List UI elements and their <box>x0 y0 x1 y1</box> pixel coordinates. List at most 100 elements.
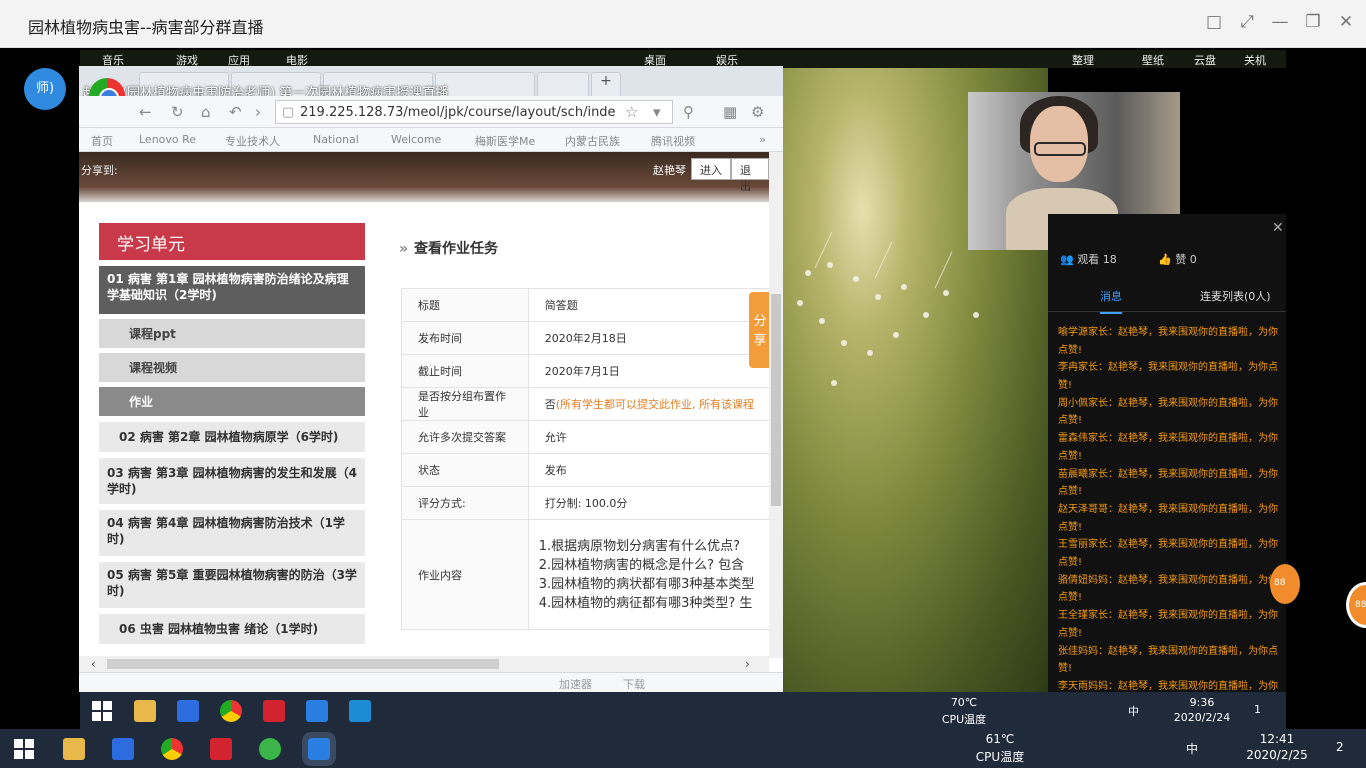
wps-icon[interactable] <box>112 738 134 760</box>
file-explorer-icon[interactable] <box>134 700 156 722</box>
close-icon[interactable]: ✕ <box>1272 220 1284 236</box>
window-title: 园林植物病虫害--病害部分群直播 <box>28 18 264 37</box>
likes-text: 赞 0 <box>1175 253 1197 266</box>
sidebar-item-homework[interactable]: 作业 <box>99 387 365 416</box>
sidebar-chapter-6[interactable]: 06 虫害 园林植物虫害 绪论（1学时) <box>99 614 365 644</box>
bookmark-home[interactable]: 首页 <box>91 133 113 149</box>
refresh-icon[interactable]: ↻ <box>171 103 184 121</box>
clock-time[interactable]: 12:41 <box>1242 732 1312 746</box>
bookmark-imun[interactable]: 内蒙古民族 <box>565 133 620 149</box>
host-avatar[interactable]: 师) <box>24 68 66 110</box>
bookmark-welcome[interactable]: Welcome <box>391 133 441 146</box>
back-icon[interactable]: ← <box>139 103 152 121</box>
search-icon[interactable]: ⚲ <box>683 103 694 121</box>
viewer-count: 👥 观看 18 <box>1060 251 1117 267</box>
scroll-thumb[interactable] <box>771 294 781 506</box>
row-label: 是否按分组布置作业 <box>401 387 529 421</box>
question-1: 1.根据病原物划分病害有什么优点? <box>538 538 741 554</box>
windows-start-icon[interactable] <box>92 701 112 721</box>
accelerator-button[interactable]: 加速器 <box>559 676 592 692</box>
horizontal-scrollbar[interactable]: ‹ › <box>79 656 769 672</box>
file-explorer-icon[interactable] <box>63 738 85 760</box>
chrome-icon[interactable] <box>220 700 242 722</box>
scroll-right-icon[interactable]: › <box>745 657 750 671</box>
feishu-icon[interactable] <box>306 700 328 722</box>
notification-count[interactable]: 1 <box>1254 703 1261 716</box>
clock-date[interactable]: 2020/2/25 <box>1242 748 1312 762</box>
sidebar-item-video[interactable]: 课程视频 <box>99 353 365 382</box>
notification-count[interactable]: 2 <box>1336 740 1344 754</box>
windows-start-icon[interactable] <box>14 739 34 759</box>
browser-tab[interactable] <box>537 72 589 96</box>
download-button[interactable]: 下载 <box>623 676 645 692</box>
chat-message: 王全瑾家长：赵艳琴，我来围观你的直播啦，为你点赞! <box>1058 610 1278 639</box>
address-text: 219.225.128.73/meol/jpk/course/layout/sc… <box>300 105 616 120</box>
cloud-menu[interactable]: 云盘 <box>1194 52 1216 68</box>
ime-indicator[interactable]: 中 <box>1186 740 1198 757</box>
row-label: 发布时间 <box>401 321 529 355</box>
tab-mic-list[interactable]: 连麦列表(0人) <box>1200 288 1271 304</box>
bookmarks-more-icon[interactable]: » <box>759 133 766 146</box>
apps-icon[interactable]: ▦ <box>723 103 737 121</box>
chrome-icon[interactable] <box>161 738 183 760</box>
tab-messages[interactable]: 消息 <box>1100 288 1122 314</box>
bookmark-lenovo[interactable]: Lenovo Re <box>139 133 196 146</box>
bookmark-professional[interactable]: 专业技术人 <box>225 133 280 149</box>
share-button[interactable]: 分享 <box>749 292 771 368</box>
scroll-thumb[interactable] <box>107 659 499 669</box>
tools-icon[interactable]: ⚙ <box>751 103 764 121</box>
speed-badge[interactable]: 88 <box>1270 564 1300 604</box>
clock-date[interactable]: 2020/2/24 <box>1172 711 1232 724</box>
site-header: 分享到: 赵艳琴 进入 退出 <box>79 152 769 202</box>
wps-icon[interactable] <box>177 700 199 722</box>
ime-indicator[interactable]: 中 <box>1128 703 1139 719</box>
browser-tabbar: + 赵艳琴(园林植物病虫害防治老师) 第一次园林植物病害授课直播 <box>79 66 783 101</box>
video-icon[interactable] <box>349 700 371 722</box>
exit-button[interactable]: 退出 <box>731 158 769 193</box>
question-3: 3.园林植物的病状都有哪3种基本类型 <box>538 576 755 592</box>
chat-message: 王雪丽家长：赵艳琴，我来围观你的直播啦，为你点赞! <box>1058 539 1278 569</box>
home-icon[interactable]: ⌂ <box>201 103 211 121</box>
minimize-button[interactable]: — <box>1268 12 1292 32</box>
dropdown-icon[interactable]: ▾ <box>653 103 661 121</box>
scroll-left-icon[interactable]: ‹ <box>91 657 96 671</box>
sidebar-chapter-2[interactable]: 02 病害 第2章 园林植物病原学（6学时) <box>99 422 365 452</box>
feishu-icon[interactable] <box>302 732 336 766</box>
wallpaper-menu[interactable]: 壁纸 <box>1142 52 1164 68</box>
sidebar-chapter-1[interactable]: 01 病害 第1章 园林植物病害防治绪论及病理学基础知识（2学时) <box>99 266 365 314</box>
chat-message: 骆倩妞妈妈：赵艳琴，我来围观你的直播啦，为你点赞! <box>1058 574 1278 604</box>
youdao-icon[interactable] <box>210 738 232 760</box>
enter-button[interactable]: 进入 <box>691 158 731 180</box>
fullscreen-icon[interactable]: ⤢ <box>1235 12 1259 32</box>
new-tab-button[interactable]: + <box>591 72 621 96</box>
user-name: 赵艳琴 <box>653 164 686 177</box>
sidebar-chapter-3[interactable]: 03 病害 第3章 园林植物病害的发生和发展（4学时) <box>99 458 365 504</box>
bookmark-tencent-video[interactable]: 腾讯视频 <box>651 133 695 149</box>
sidebar-title: 学习单元 <box>99 223 365 260</box>
inner-taskbar: 70℃ CPU温度 中 9:36 2020/2/24 1 <box>80 692 1286 729</box>
forward-icon[interactable]: › <box>255 103 261 121</box>
row-value: 否(所有学生都可以提交此作业, 所有该课程 <box>527 387 772 421</box>
pip-icon[interactable]: □ <box>1202 12 1226 32</box>
sidebar-chapter-4[interactable]: 04 病害 第4章 园林植物病害防治技术（1学时) <box>99 510 365 556</box>
undo-icon[interactable]: ↶ <box>229 103 242 121</box>
bookmark-national[interactable]: National <box>313 133 359 146</box>
clock-time[interactable]: 9:36 <box>1172 696 1232 709</box>
browser-window: + 赵艳琴(园林植物病虫害防治老师) 第一次园林植物病害授课直播 ← ↻ ⌂ ↶… <box>79 66 783 692</box>
close-button[interactable]: ✕ <box>1334 12 1358 32</box>
restore-button[interactable]: ❐ <box>1301 12 1325 32</box>
bookmark-star-icon[interactable]: ☆ <box>625 103 638 121</box>
taskbar: 61℃ CPU温度 中 12:41 2020/2/25 2 <box>0 729 1366 768</box>
youdao-icon[interactable] <box>263 700 285 722</box>
sidebar-chapter-5[interactable]: 05 病害 第5章 重要园林植物病害的防治（3学时) <box>99 562 365 608</box>
wechat-icon[interactable] <box>259 738 281 760</box>
content-label: 作业内容 <box>401 519 529 630</box>
organize-menu[interactable]: 整理 <box>1072 52 1094 68</box>
address-bar[interactable]: ▢ 219.225.128.73/meol/jpk/course/layout/… <box>275 100 673 124</box>
bookmark-medsci[interactable]: 梅斯医学Me <box>475 133 535 149</box>
vertical-scrollbar[interactable] <box>769 152 783 658</box>
chat-message: 周小佩家长：赵艳琴，我来围观你的直播啦，为你点赞! <box>1058 397 1278 427</box>
sidebar-item-ppt[interactable]: 课程ppt <box>99 319 365 348</box>
shutdown-menu[interactable]: 关机 <box>1244 52 1266 68</box>
browser-tab[interactable] <box>435 72 535 96</box>
